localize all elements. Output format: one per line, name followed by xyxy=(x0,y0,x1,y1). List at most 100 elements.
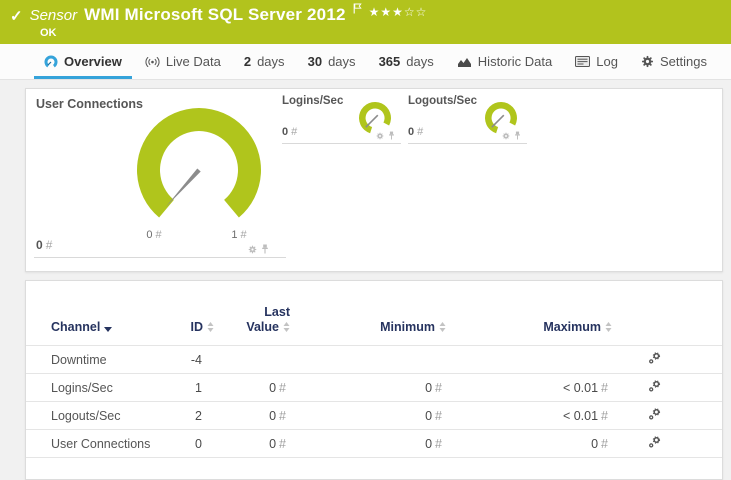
status-check-icon: ✓ xyxy=(10,8,23,25)
gauge-pin-icon[interactable] xyxy=(514,131,521,140)
tab-365-days-label: days xyxy=(406,54,434,69)
tab-365-days[interactable]: 365 days xyxy=(369,44,444,79)
radial-gauge xyxy=(137,108,261,218)
broadcast-icon xyxy=(145,56,160,67)
maximum-cell: < 0.01 # xyxy=(562,380,608,395)
id-cell: 0 xyxy=(195,436,202,451)
table-row-downtime: Downtime -4 xyxy=(26,345,722,374)
gauge-title: Logins/Sec xyxy=(282,95,344,107)
gauge-pin-icon[interactable] xyxy=(388,131,395,140)
table-row-logouts-per-sec: Logouts/Sec 2 0 # 0 # < 0.01 # xyxy=(26,401,722,430)
sensor-title-row: ✓ Sensor WMI Microsoft SQL Server 2012 ★… xyxy=(10,3,428,25)
priority-flag-icon xyxy=(353,1,362,19)
last-value-cell xyxy=(214,346,290,374)
last-value-cell: 0 # xyxy=(269,436,286,451)
priority-stars[interactable]: ★★★☆☆ xyxy=(369,5,428,19)
channel-settings-button[interactable] xyxy=(612,346,722,374)
tab-2-days-number: 2 xyxy=(243,54,252,69)
channel-settings-button[interactable] xyxy=(612,374,722,402)
tab-30-days-number: 30 xyxy=(307,54,323,69)
channel-gears-icon xyxy=(649,407,661,420)
tab-bar: Overview Live Data 2 days 30 days 365 da… xyxy=(0,44,731,80)
sensor-overview-page: ✓ Sensor WMI Microsoft SQL Server 2012 ★… xyxy=(0,0,731,480)
tab-2-days[interactable]: 2 days xyxy=(234,44,295,79)
tab-2-days-label: days xyxy=(257,54,285,69)
gauge-pin-icon[interactable] xyxy=(261,244,269,254)
column-header-maximum[interactable]: Maximum xyxy=(446,281,612,346)
tab-historic-data-label: Historic Data xyxy=(477,54,553,69)
tab-live-data[interactable]: Live Data xyxy=(135,44,231,79)
column-header-actions xyxy=(612,281,722,346)
maximum-cell xyxy=(446,346,612,374)
channel-cell: Downtime xyxy=(51,352,107,367)
tab-historic-data[interactable]: Historic Data xyxy=(447,44,562,79)
id-cell: 2 xyxy=(195,408,202,423)
widget-divider xyxy=(34,257,286,258)
sort-both-icon xyxy=(439,321,446,336)
tab-live-data-label: Live Data xyxy=(165,54,221,69)
maximum-cell: 0 # xyxy=(591,436,608,451)
last-value-cell: 0 # xyxy=(269,380,286,395)
tab-overview-label: Overview xyxy=(64,54,122,69)
gauge-needle xyxy=(491,114,505,128)
gear-icon xyxy=(641,55,654,68)
channel-gears-icon xyxy=(649,435,661,448)
tab-log[interactable]: Log xyxy=(565,44,628,79)
maximum-cell: < 0.01 # xyxy=(562,408,608,423)
gauge-scale-max: 1 # xyxy=(231,229,247,241)
gauge-icon xyxy=(44,55,58,67)
star-empty-icon[interactable]: ☆☆ xyxy=(404,5,428,19)
column-header-last-value[interactable]: Last Value xyxy=(214,281,290,346)
table-header-row: Channel ID Last Value Minimum Maximum xyxy=(26,281,722,346)
gauge-needle xyxy=(165,168,201,208)
gauge-title: User Connections xyxy=(36,97,143,111)
sort-both-icon xyxy=(283,321,290,336)
channel-cell: User Connections xyxy=(51,436,151,451)
tab-30-days[interactable]: 30 days xyxy=(298,44,366,79)
channel-settings-button[interactable] xyxy=(612,430,722,458)
gauge-title: Logouts/Sec xyxy=(408,95,478,107)
gauge-settings-gear-icon[interactable] xyxy=(376,132,384,140)
channels-table: Channel ID Last Value Minimum Maximum Do… xyxy=(26,281,722,458)
table-row-user-connections: User Connections 0 0 # 0 # 0 # xyxy=(26,429,722,458)
channel-cell: Logouts/Sec xyxy=(51,408,121,423)
channel-gears-icon xyxy=(649,351,661,364)
gauge-logins-per-sec: Logins/Sec 0 # xyxy=(282,89,401,144)
column-header-minimum[interactable]: Minimum xyxy=(290,281,446,346)
sensor-status-bar: ✓ Sensor WMI Microsoft SQL Server 2012 ★… xyxy=(0,0,731,44)
channel-settings-button[interactable] xyxy=(612,402,722,430)
star-filled-icon[interactable]: ★★★ xyxy=(369,5,404,19)
minimum-cell xyxy=(290,346,446,374)
gauge-logouts-per-sec: Logouts/Sec 0 # xyxy=(408,89,527,144)
area-chart-icon xyxy=(457,57,471,67)
minimum-cell: 0 # xyxy=(425,436,442,451)
tab-log-label: Log xyxy=(596,54,618,69)
channel-cell: Logins/Sec xyxy=(51,380,113,395)
sensor-type-label: Sensor xyxy=(29,7,78,24)
gauge-settings-gear-icon[interactable] xyxy=(248,245,257,254)
gauge-current-value: 0 # xyxy=(36,238,53,252)
gauge-scale-min: 0 # xyxy=(146,229,162,241)
channel-gears-icon xyxy=(649,379,661,392)
tab-overview[interactable]: Overview xyxy=(34,44,132,79)
sort-both-icon xyxy=(605,321,612,336)
table-row-logins-per-sec: Logins/Sec 1 0 # 0 # < 0.01 # xyxy=(26,373,722,402)
tab-settings-label: Settings xyxy=(660,54,707,69)
gauge-settings-gear-icon[interactable] xyxy=(502,132,510,140)
gauge-current-value: 0 # xyxy=(282,126,298,138)
minimum-cell: 0 # xyxy=(425,408,442,423)
sensor-title: WMI Microsoft SQL Server 2012 xyxy=(84,5,346,24)
tab-365-days-number: 365 xyxy=(378,54,401,69)
column-header-id[interactable]: ID xyxy=(176,281,214,346)
log-icon xyxy=(575,56,591,67)
tab-settings[interactable]: Settings xyxy=(631,44,717,79)
minimum-cell: 0 # xyxy=(425,380,442,395)
sensor-status-text: OK xyxy=(40,27,57,39)
id-cell: -4 xyxy=(190,352,202,367)
gauges-panel: User Connections 0 # 1 # 0 # Logins/Sec … xyxy=(25,88,723,272)
id-cell: 1 xyxy=(195,380,202,395)
last-value-cell: 0 # xyxy=(269,408,286,423)
channels-table-panel: Channel ID Last Value Minimum Maximum Do… xyxy=(25,280,723,480)
column-header-channel[interactable]: Channel xyxy=(26,281,176,346)
sort-both-icon xyxy=(207,321,214,336)
